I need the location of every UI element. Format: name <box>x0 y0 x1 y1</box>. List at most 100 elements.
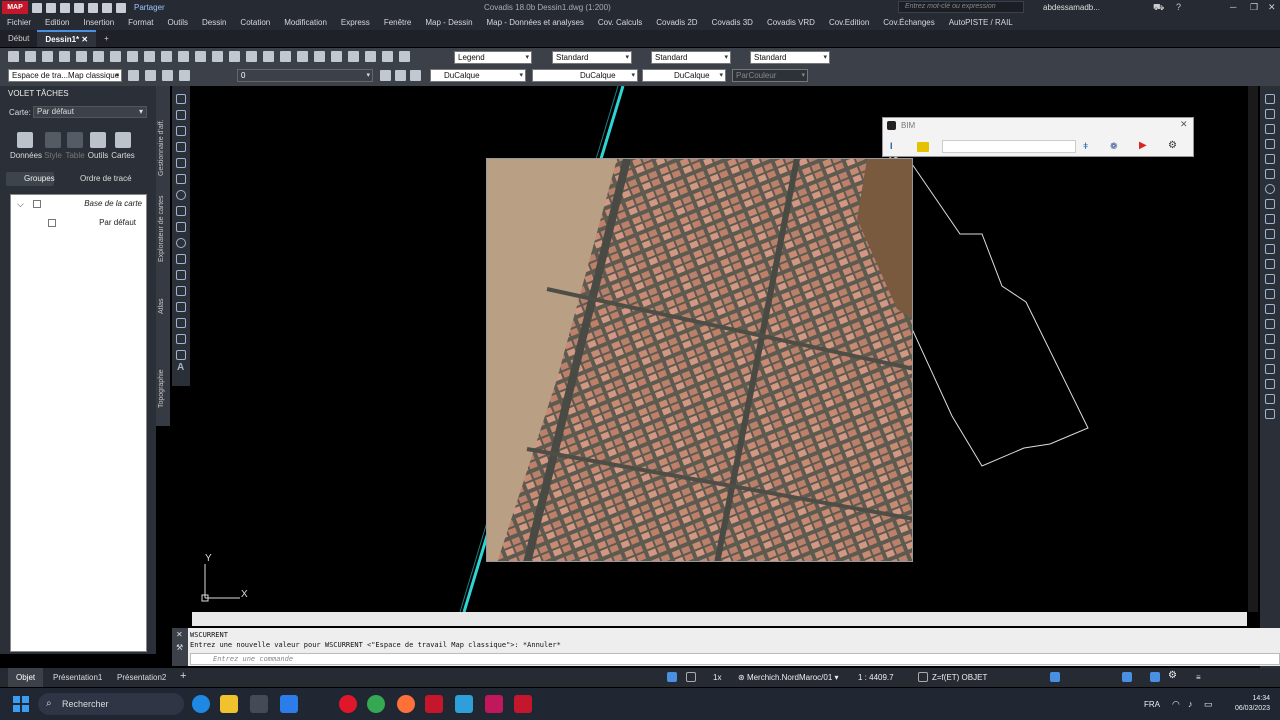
side-tab-topography[interactable]: Topographie <box>158 369 165 408</box>
mail-icon[interactable] <box>280 695 298 713</box>
redo-icon[interactable] <box>102 2 112 13</box>
plotstyle-select[interactable]: ParCouleur ▾ <box>732 69 808 82</box>
layer-off-icon[interactable] <box>410 70 421 81</box>
undo-icon[interactable] <box>195 51 206 62</box>
break-icon[interactable] <box>1265 259 1275 269</box>
matchprop-icon[interactable] <box>178 51 189 62</box>
wifi-icon[interactable]: ◠ <box>1172 699 1180 710</box>
save-icon[interactable] <box>42 51 53 62</box>
plot-icon[interactable] <box>76 51 87 62</box>
dim-style-select[interactable]: Standard ▾ <box>552 51 632 64</box>
fillet-icon[interactable] <box>1265 304 1275 314</box>
menu-item[interactable]: Fichier <box>0 18 38 27</box>
match-layer-icon[interactable] <box>179 70 190 81</box>
folder-icon[interactable] <box>917 142 929 152</box>
trim-icon[interactable] <box>1265 229 1275 239</box>
horizontal-scrollbar[interactable] <box>192 612 1247 626</box>
minimize-icon[interactable]: ─ <box>1230 2 1236 12</box>
measure-icon[interactable] <box>1265 409 1275 419</box>
color-select[interactable]: DuCalque ▾ <box>430 69 526 82</box>
firefox-icon[interactable] <box>397 695 415 713</box>
wrench-icon[interactable]: ⚒ <box>172 641 188 654</box>
zoom-prev-icon[interactable] <box>280 51 291 62</box>
mirror-icon[interactable] <box>1265 124 1275 134</box>
restore-icon[interactable]: ❐ <box>1250 2 1258 13</box>
share-button[interactable]: Partager <box>134 3 165 12</box>
preview-icon[interactable] <box>93 51 104 62</box>
customize-icon[interactable]: ≡ <box>1196 673 1201 682</box>
close-icon[interactable]: ✕ <box>172 628 188 641</box>
menu-item[interactable]: Cov.Échanges <box>876 18 941 27</box>
offset-icon[interactable] <box>1265 139 1275 149</box>
menu-item[interactable]: Edition <box>38 18 76 27</box>
gear-icon[interactable]: ⚙ <box>1168 670 1177 681</box>
vertical-scrollbar[interactable] <box>1248 86 1258 612</box>
layout-tab-1[interactable]: Présentation1 <box>45 668 110 687</box>
search-input[interactable]: Entrez mot-clé ou expression <box>898 1 1024 13</box>
menu-item[interactable]: Cotation <box>233 18 277 27</box>
side-tab-map-explorer[interactable]: Explorateur de cartes <box>158 195 165 262</box>
zoom-window-icon[interactable] <box>263 51 274 62</box>
new-tab-button[interactable]: + <box>96 30 117 47</box>
app-icon[interactable] <box>455 695 473 713</box>
menu-item[interactable]: Format <box>121 18 160 27</box>
grid-icon[interactable] <box>686 672 696 682</box>
new-file-icon[interactable] <box>32 2 42 13</box>
new-icon[interactable] <box>8 51 19 62</box>
chamfer-icon[interactable] <box>1265 289 1275 299</box>
store-icon[interactable] <box>250 695 268 713</box>
language-indicator[interactable]: FRA <box>1144 700 1160 709</box>
linetype-select[interactable]: DuCalque ▾ <box>532 69 638 82</box>
cut-icon[interactable] <box>127 51 138 62</box>
block-make-icon[interactable] <box>176 270 186 280</box>
workspace-select[interactable]: Espace de tra...Map classique ▾ <box>8 69 122 82</box>
maps-button[interactable]: Cartes <box>108 132 138 160</box>
explode-icon[interactable] <box>1265 334 1275 344</box>
menu-item[interactable]: Insertion <box>76 18 121 27</box>
menu-item[interactable]: Covadis 3D <box>705 18 760 27</box>
table-tool-icon[interactable] <box>176 350 186 360</box>
ifc-icon[interactable]: I <box>890 141 893 151</box>
line-tool-icon[interactable] <box>176 94 186 104</box>
map-select[interactable]: Par défaut ▾ <box>33 106 147 118</box>
polyline-tool-icon[interactable] <box>176 126 186 136</box>
layout-tab-2[interactable]: Présentation2 <box>109 668 174 687</box>
properties-icon[interactable] <box>297 51 308 62</box>
app-logo[interactable]: MAP <box>2 1 28 14</box>
region-tool-icon[interactable] <box>176 334 186 344</box>
annotation-scale[interactable]: 1x <box>713 673 721 682</box>
layer-prev-icon[interactable] <box>380 70 391 81</box>
windows-start-icon[interactable] <box>13 696 29 712</box>
circle-tool-icon[interactable] <box>176 190 186 200</box>
redo-icon[interactable] <box>212 51 223 62</box>
table-style-select[interactable]: Standard ▾ <box>651 51 731 64</box>
calculator-icon[interactable] <box>382 51 393 62</box>
infraworks-icon[interactable] <box>485 695 503 713</box>
point-tool-icon[interactable] <box>176 286 186 296</box>
lineweight-select[interactable]: DuCalque ▾ <box>642 69 726 82</box>
menu-item[interactable]: Fenêtre <box>377 18 419 27</box>
bim-select[interactable] <box>942 140 1076 153</box>
data-button[interactable]: Données <box>10 132 42 160</box>
layout-tab-model[interactable]: Objet <box>8 668 44 687</box>
opera-icon[interactable] <box>339 695 357 713</box>
designcenter-icon[interactable] <box>314 51 325 62</box>
stretch-icon[interactable] <box>1265 214 1275 224</box>
hatch-tool-icon[interactable] <box>176 302 186 312</box>
saveas-icon[interactable] <box>59 51 70 62</box>
copy-icon[interactable] <box>144 51 155 62</box>
tree-item-child[interactable]: Par défaut <box>60 218 136 227</box>
annotation-monitor-icon[interactable] <box>1150 672 1160 682</box>
edge-icon[interactable] <box>192 695 210 713</box>
make-current-icon[interactable] <box>162 70 173 81</box>
chrome-icon[interactable] <box>367 695 385 713</box>
pan-icon[interactable] <box>229 51 240 62</box>
add-layout-button[interactable]: + <box>180 670 186 682</box>
child-checkbox[interactable] <box>48 219 56 227</box>
help-icon[interactable]: ? <box>1176 2 1181 12</box>
close-icon[interactable]: ✕ <box>1180 119 1188 130</box>
array-icon[interactable] <box>1265 154 1275 164</box>
menu-item[interactable]: Modification <box>277 18 334 27</box>
groups-button[interactable]: Groupes <box>6 172 55 186</box>
layer-select[interactable]: 0 ▾ <box>237 69 373 82</box>
